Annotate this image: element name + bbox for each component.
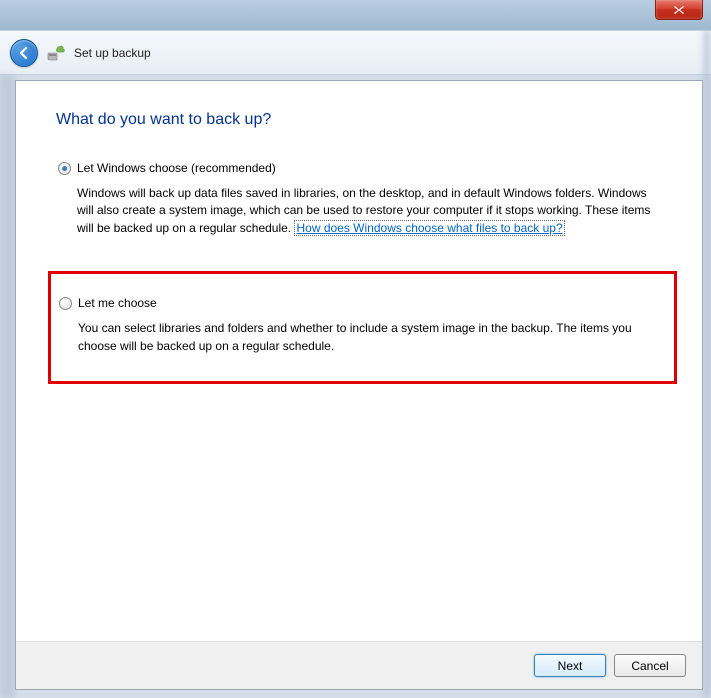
wizard-footer: Next Cancel [16,641,702,689]
option-recommended-label: Let Windows choose (recommended) [77,161,276,175]
back-button[interactable] [10,39,38,67]
close-button[interactable] [655,0,703,20]
option-recommended-description: Windows will back up data files saved in… [77,185,660,237]
back-arrow-icon [17,46,31,60]
next-button[interactable]: Next [534,654,606,677]
option-custom-label: Let me choose [78,296,157,310]
close-icon [673,5,685,15]
window-border-left [0,75,15,698]
wizard-content: What do you want to back up? Let Windows… [15,80,703,690]
help-link[interactable]: How does Windows choose what files to ba… [294,220,564,236]
header-title: Set up backup [74,46,151,60]
backup-wizard-icon [46,43,66,63]
page-heading: What do you want to back up? [56,111,662,129]
window-border-right [703,30,711,698]
option-custom-description: You can select libraries and folders and… [78,320,666,355]
highlight-annotation: Let me choose You can select libraries a… [48,271,677,384]
radio-recommended[interactable] [58,162,71,175]
window-titlebar [0,0,711,30]
radio-custom[interactable] [59,297,72,310]
option-recommended[interactable]: Let Windows choose (recommended) Windows… [56,157,662,241]
option-custom[interactable]: Let me choose You can select libraries a… [57,292,668,359]
header-bar: Set up backup [0,30,711,75]
cancel-button[interactable]: Cancel [614,654,686,677]
